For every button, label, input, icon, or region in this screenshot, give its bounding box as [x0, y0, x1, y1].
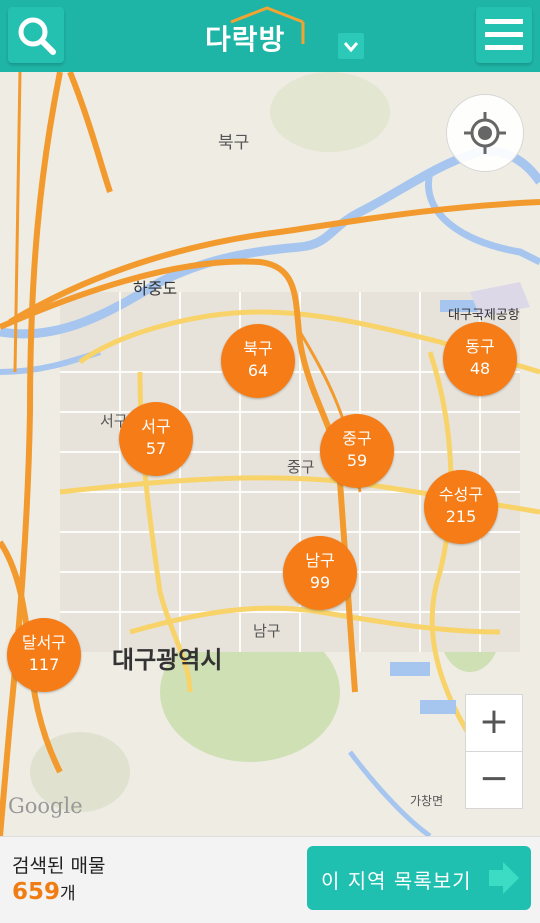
marker-name: 북구: [243, 339, 273, 358]
district-marker-suseonggu[interactable]: 수성구 215: [424, 470, 498, 544]
result-label: 검색된 매물: [12, 855, 106, 877]
list-view-label: 이 지역 목록보기: [321, 869, 472, 893]
result-unit: 개: [60, 884, 76, 904]
marker-name: 서구: [141, 417, 171, 436]
app-logo[interactable]: 다락방: [205, 6, 305, 58]
label-hajungdo: 하중도: [133, 279, 178, 298]
district-marker-junggu[interactable]: 중구 59: [320, 414, 394, 488]
district-marker-seogu[interactable]: 서구 57: [119, 402, 193, 476]
district-marker-dalseogu[interactable]: 달서구 117: [7, 618, 81, 692]
marker-name: 달서구: [21, 633, 67, 652]
region-dropdown-button[interactable]: [338, 33, 364, 59]
label-daegu: 대구광역시: [112, 646, 223, 674]
label-gachang: 가창면: [410, 794, 444, 808]
marker-count: 99: [309, 573, 331, 592]
google-logo: Google: [8, 794, 83, 818]
marker-count: 215: [445, 507, 477, 526]
my-location-button[interactable]: [446, 94, 524, 172]
marker-count: 57: [145, 439, 167, 458]
list-view-button[interactable]: 이 지역 목록보기: [307, 846, 531, 910]
menu-icon: [485, 19, 523, 50]
marker-name: 수성구: [438, 485, 484, 504]
arrow-right-icon: [489, 862, 519, 894]
label-bukgu: 북구: [218, 133, 250, 153]
district-marker-bukgu[interactable]: 북구 64: [221, 324, 295, 398]
result-count-line: 659개: [12, 879, 76, 905]
label-airport: 대구국제공항: [448, 308, 520, 323]
chevron-down-icon: [343, 42, 359, 53]
marker-name: 남구: [305, 551, 335, 570]
district-marker-donggu[interactable]: 동구 48: [443, 322, 517, 396]
result-count: 659: [12, 879, 61, 905]
zoom-in-button[interactable]: +: [465, 694, 523, 752]
map-base: [0, 72, 540, 836]
zoom-out-button[interactable]: −: [465, 751, 523, 809]
marker-count: 64: [247, 361, 269, 380]
crosshair-icon: [464, 112, 506, 154]
logo-text: 다락방: [205, 23, 286, 56]
search-button[interactable]: [8, 7, 64, 63]
label-junggu: 중구: [287, 458, 315, 476]
marker-count: 48: [469, 359, 491, 378]
search-icon: [18, 17, 56, 55]
label-namgu: 남구: [253, 622, 281, 640]
marker-name: 중구: [342, 429, 372, 448]
map-view[interactable]: 북구 하중도 대구국제공항 서구 중구 남구 대구광역시 가창면 Google …: [0, 72, 540, 836]
marker-count: 117: [28, 655, 60, 674]
district-marker-namgu[interactable]: 남구 99: [283, 536, 357, 610]
menu-button[interactable]: [476, 7, 532, 63]
marker-name: 동구: [465, 337, 495, 356]
marker-count: 59: [346, 451, 368, 470]
app-header: 다락방: [0, 0, 540, 72]
